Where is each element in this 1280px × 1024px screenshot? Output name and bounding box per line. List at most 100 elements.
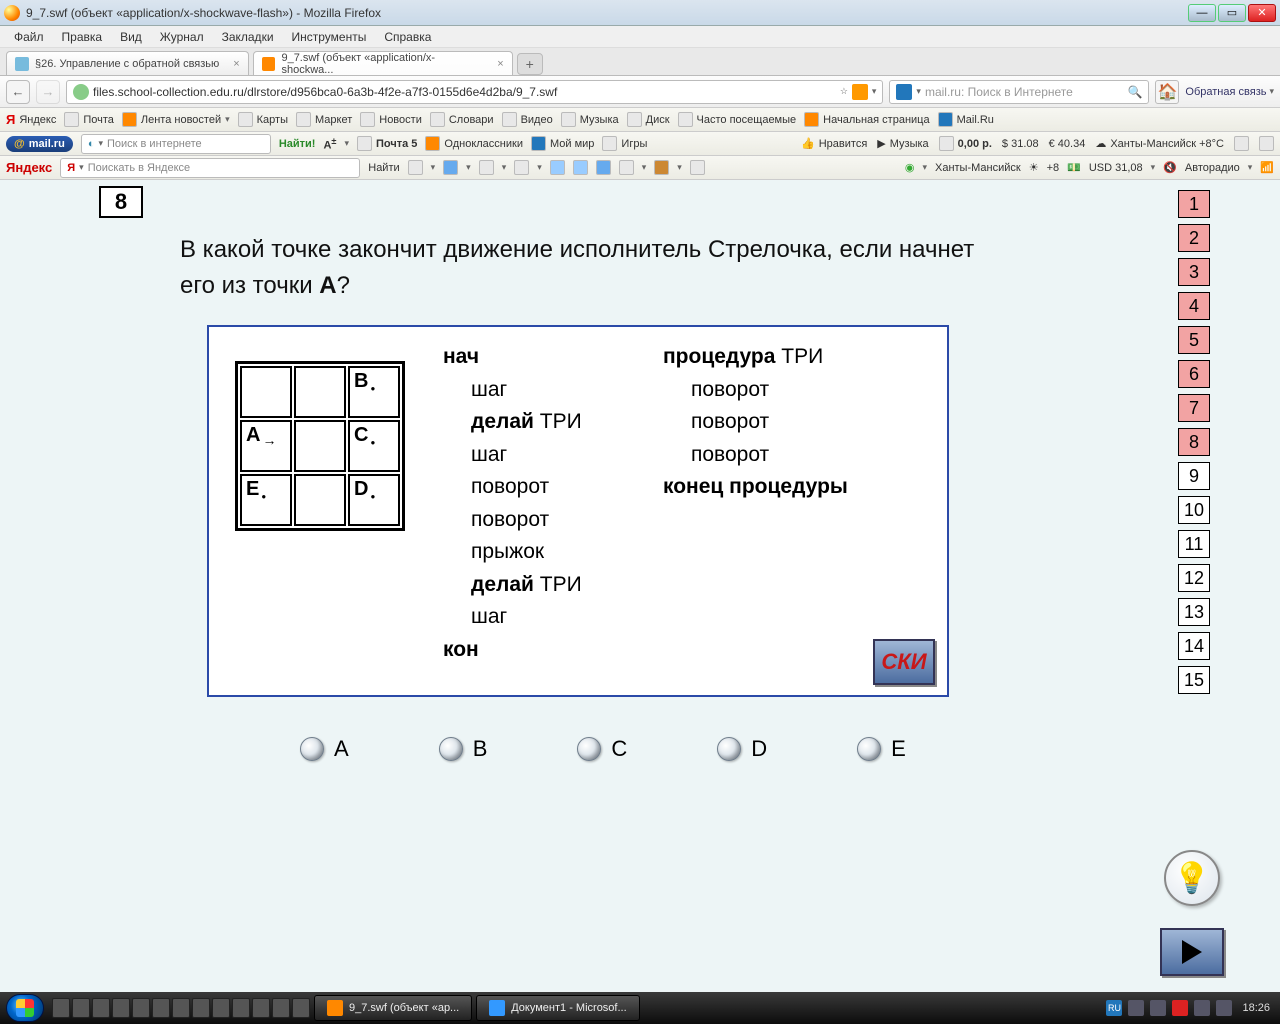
ql-icon[interactable] bbox=[212, 998, 230, 1018]
menu-edit[interactable]: Правка bbox=[54, 28, 111, 46]
ql-icon[interactable] bbox=[92, 998, 110, 1018]
tb2-money[interactable]: 0,00 р. bbox=[939, 136, 992, 151]
ybar-ico4[interactable] bbox=[514, 160, 529, 175]
ski-button[interactable]: СКИ bbox=[873, 639, 935, 685]
nav-q-8[interactable]: 8 bbox=[1178, 428, 1210, 456]
menu-view[interactable]: Вид bbox=[112, 28, 150, 46]
menu-bookmarks[interactable]: Закладки bbox=[214, 28, 282, 46]
tray-lang[interactable]: RU bbox=[1106, 1000, 1122, 1016]
ybar-city[interactable]: Ханты-Мансийск bbox=[935, 162, 1021, 174]
ql-icon[interactable] bbox=[192, 998, 210, 1018]
nav-q-2[interactable]: 2 bbox=[1178, 224, 1210, 252]
tb1-mailru[interactable]: Mail.Ru bbox=[938, 112, 994, 127]
menu-file[interactable]: Файл bbox=[6, 28, 52, 46]
option-B[interactable]: B bbox=[439, 736, 488, 762]
tb1-market[interactable]: Маркет bbox=[296, 112, 352, 127]
tb2-mymir[interactable]: Мой мир bbox=[531, 136, 594, 151]
ql-icon[interactable] bbox=[232, 998, 250, 1018]
home-button[interactable]: 🏠 bbox=[1155, 80, 1179, 104]
ql-icon[interactable] bbox=[172, 998, 190, 1018]
back-button[interactable]: ← bbox=[6, 80, 30, 104]
ybar-ico2[interactable] bbox=[443, 160, 458, 175]
radio-icon[interactable] bbox=[717, 737, 741, 761]
option-E[interactable]: E bbox=[857, 736, 906, 762]
tb2-extra-icon[interactable] bbox=[1234, 136, 1249, 151]
ybar-ico7[interactable] bbox=[596, 160, 611, 175]
tb1-disk[interactable]: Диск bbox=[627, 112, 670, 127]
tb1-maps[interactable]: Карты bbox=[238, 112, 288, 127]
nav-q-10[interactable]: 10 bbox=[1178, 496, 1210, 524]
ybar-ico8[interactable] bbox=[619, 160, 634, 175]
option-C[interactable]: C bbox=[577, 736, 627, 762]
search-engine-dropdown-icon[interactable]: ▾ bbox=[916, 86, 921, 97]
url-field[interactable]: files.school-collection.edu.ru/dlrstore/… bbox=[66, 80, 883, 104]
feedback-link[interactable]: Обратная связь▾ bbox=[1185, 86, 1274, 98]
menu-tools[interactable]: Инструменты bbox=[284, 28, 375, 46]
tb2-games[interactable]: Игры bbox=[602, 136, 647, 151]
nav-q-9[interactable]: 9 bbox=[1178, 462, 1210, 490]
search-field[interactable]: ▾ mail.ru: Поиск в Интернете 🔍 bbox=[889, 80, 1149, 104]
ql-icon[interactable] bbox=[132, 998, 150, 1018]
ybar-ico6[interactable] bbox=[573, 160, 588, 175]
tray-icon[interactable] bbox=[1172, 1000, 1188, 1016]
close-button[interactable]: ✕ bbox=[1248, 4, 1276, 22]
mailru-logo[interactable]: mail.ru bbox=[6, 136, 73, 152]
start-button[interactable] bbox=[6, 994, 44, 1022]
nav-q-5[interactable]: 5 bbox=[1178, 326, 1210, 354]
nav-q-14[interactable]: 14 bbox=[1178, 632, 1210, 660]
tb1-start[interactable]: Начальная страница bbox=[804, 112, 929, 127]
tray-icon[interactable] bbox=[1194, 1000, 1210, 1016]
ql-icon[interactable] bbox=[72, 998, 90, 1018]
task-app-1[interactable]: Документ1 - Microsof... bbox=[476, 995, 639, 1021]
yandex-bar-logo[interactable]: Яндекс bbox=[6, 160, 52, 175]
task-app-0[interactable]: 9_7.swf (объект «ap... bbox=[314, 995, 472, 1021]
mailru-search[interactable]: ◐▾ Поиск в интернете bbox=[81, 134, 271, 154]
minimize-button[interactable]: — bbox=[1188, 4, 1216, 22]
menu-history[interactable]: Журнал bbox=[152, 28, 212, 46]
ybar-ico3[interactable] bbox=[479, 160, 494, 175]
tb2-mail[interactable]: Почта 5 bbox=[357, 136, 417, 151]
tab-0[interactable]: §26. Управление с обратной связью × bbox=[6, 51, 249, 75]
ybar-ico5[interactable] bbox=[550, 160, 565, 175]
ql-icon[interactable] bbox=[272, 998, 290, 1018]
radio-icon[interactable] bbox=[439, 737, 463, 761]
ql-icon[interactable] bbox=[52, 998, 70, 1018]
nav-q-7[interactable]: 7 bbox=[1178, 394, 1210, 422]
nav-q-1[interactable]: 1 bbox=[1178, 190, 1210, 218]
tb2-letter-icon[interactable]: A± bbox=[323, 136, 336, 152]
ybar-ico9[interactable] bbox=[654, 160, 669, 175]
close-tab-icon[interactable]: × bbox=[497, 58, 503, 70]
ql-icon[interactable] bbox=[252, 998, 270, 1018]
tray-clock[interactable]: 18:26 bbox=[1238, 1002, 1274, 1014]
tray-icon[interactable] bbox=[1150, 1000, 1166, 1016]
yandex-search[interactable]: Я▾ Поискать в Яндексе bbox=[60, 158, 360, 178]
nav-q-4[interactable]: 4 bbox=[1178, 292, 1210, 320]
mailru-find-button[interactable]: Найти! bbox=[279, 138, 316, 150]
yandex-logo[interactable]: ЯЯндекс bbox=[6, 112, 56, 127]
option-A[interactable]: A bbox=[300, 736, 349, 762]
next-button[interactable] bbox=[1160, 928, 1224, 976]
tray-icon[interactable] bbox=[1216, 1000, 1232, 1016]
nav-q-15[interactable]: 15 bbox=[1178, 666, 1210, 694]
option-D[interactable]: D bbox=[717, 736, 767, 762]
ql-icon[interactable] bbox=[112, 998, 130, 1018]
tray-icon[interactable] bbox=[1128, 1000, 1144, 1016]
nav-q-13[interactable]: 13 bbox=[1178, 598, 1210, 626]
tb1-music[interactable]: Музыка bbox=[561, 112, 619, 127]
hint-button[interactable]: 💡 bbox=[1164, 850, 1220, 906]
nav-q-11[interactable]: 11 bbox=[1178, 530, 1210, 558]
tb1-video[interactable]: Видео bbox=[502, 112, 553, 127]
tb1-news[interactable]: Лента новостей▾ bbox=[122, 112, 230, 127]
ql-icon[interactable] bbox=[152, 998, 170, 1018]
tb2-like[interactable]: 👍Нравится bbox=[801, 137, 867, 150]
nav-q-12[interactable]: 12 bbox=[1178, 564, 1210, 592]
ybar-radio[interactable]: Авторадио bbox=[1185, 162, 1240, 174]
search-engine-icon[interactable] bbox=[896, 84, 912, 100]
ybar-ico10[interactable] bbox=[690, 160, 705, 175]
close-tab-icon[interactable]: × bbox=[233, 58, 239, 70]
tb2-weather[interactable]: ☁Ханты-Мансийск +8°C bbox=[1095, 137, 1224, 150]
ybar-ico1[interactable] bbox=[408, 160, 423, 175]
ql-icon[interactable] bbox=[292, 998, 310, 1018]
tb1-freq[interactable]: Часто посещаемые bbox=[678, 112, 797, 127]
nav-q-3[interactable]: 3 bbox=[1178, 258, 1210, 286]
